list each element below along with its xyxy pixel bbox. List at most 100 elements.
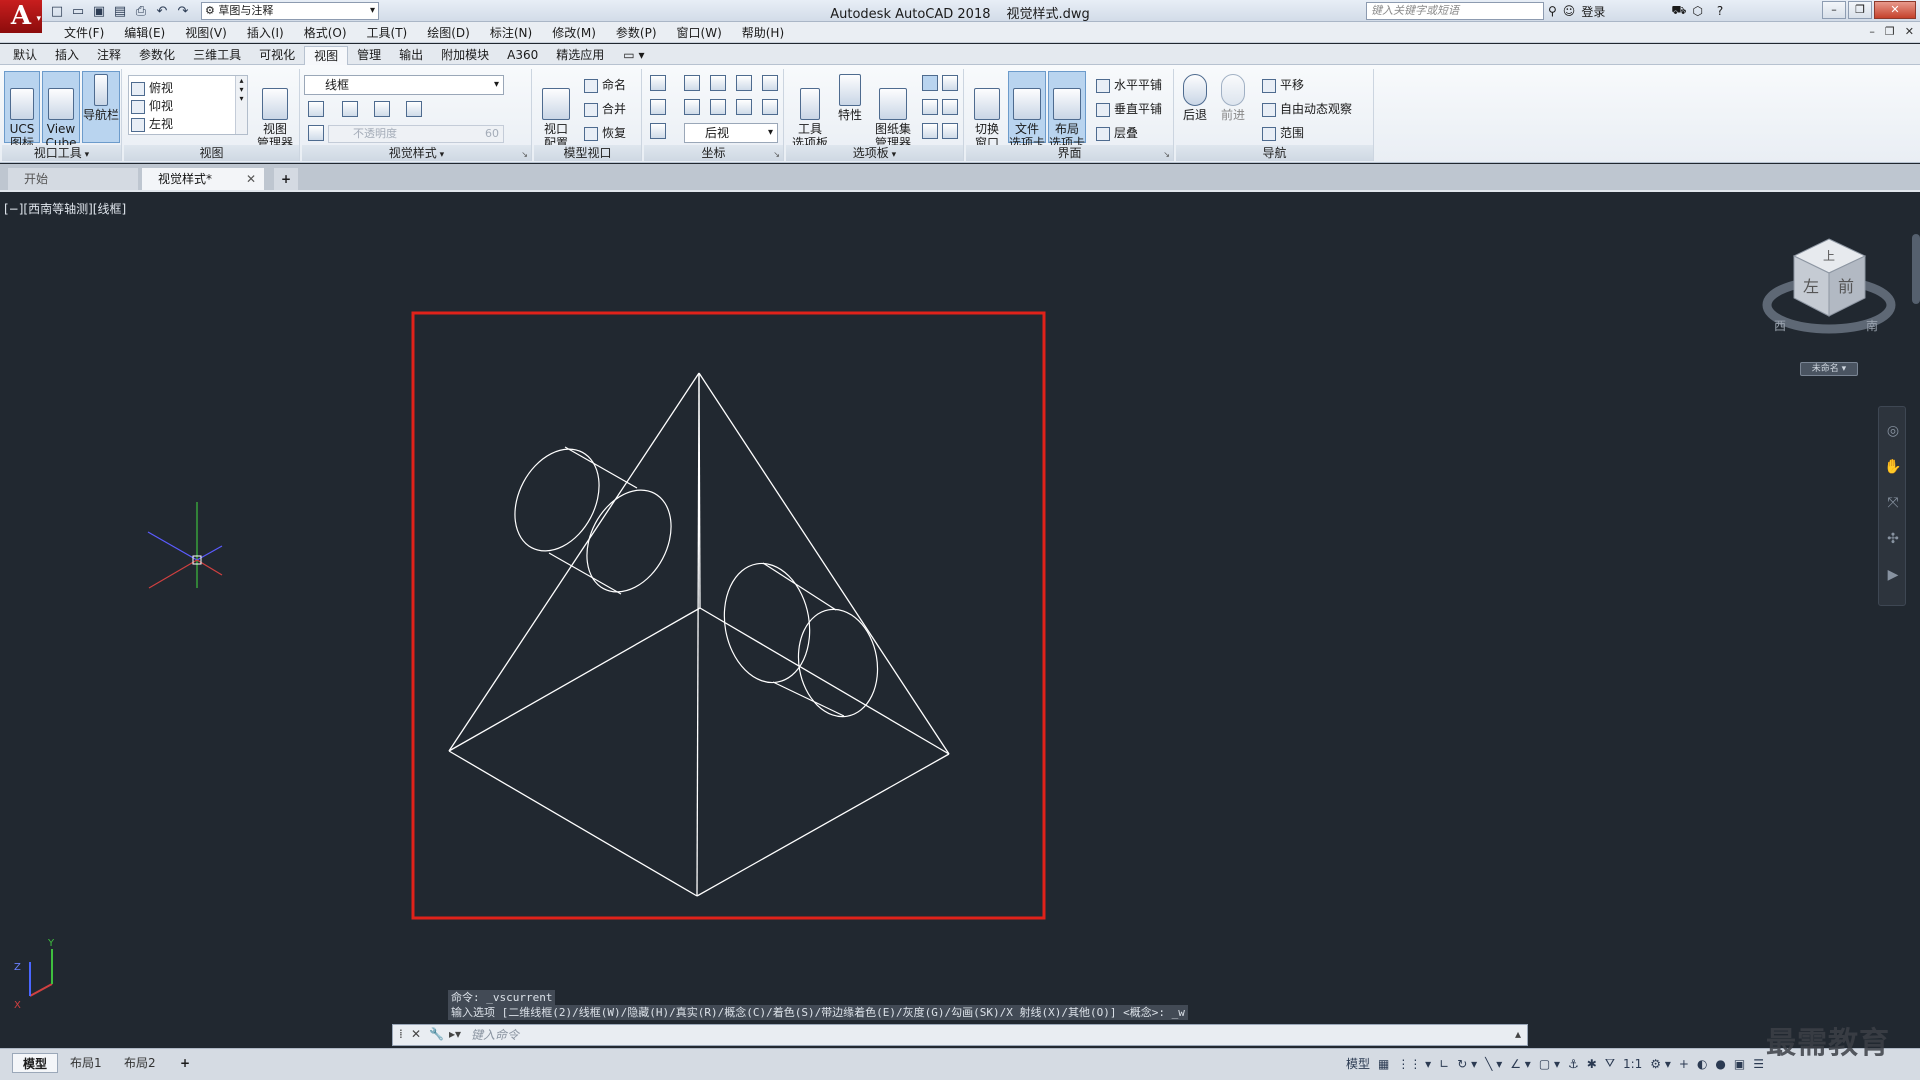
orbit-icon[interactable]: ✣: [1883, 529, 1903, 549]
panel-title-palettes[interactable]: 选项板: [786, 145, 963, 161]
file-tab-start[interactable]: 开始: [8, 168, 138, 190]
workspace-select[interactable]: ⚙ 草图与注释: [201, 2, 379, 20]
isodraft-icon[interactable]: ╲ ▾: [1485, 1057, 1502, 1071]
cascade-button[interactable]: 层叠: [1094, 123, 1138, 143]
tab-manage[interactable]: 管理: [348, 46, 390, 65]
redo-icon[interactable]: ↷: [174, 2, 192, 20]
palette-extra-3-icon[interactable]: [922, 99, 938, 115]
annotation-scale-value[interactable]: 1:1: [1623, 1057, 1642, 1071]
navbar-button[interactable]: 导航栏: [82, 71, 120, 143]
tab-a360[interactable]: A360: [498, 46, 547, 65]
drawing-canvas[interactable]: [−][西南等轴测][线框] Y Z X 上 左 前 西 南 未命名 ▾ ◎ ✋…: [0, 194, 1920, 1048]
ortho-icon[interactable]: ∟: [1439, 1057, 1449, 1071]
shadow-icon[interactable]: [342, 101, 358, 117]
panel-title-visual-styles[interactable]: 视觉样式: [302, 145, 531, 161]
command-recent-icon[interactable]: ▸▾: [449, 1027, 461, 1041]
ucs-named-icon[interactable]: [650, 123, 666, 139]
palette-extra-1-icon[interactable]: [922, 75, 938, 91]
ucs-view-icon[interactable]: [762, 75, 778, 91]
layout-tabs-toggle[interactable]: 布局 选项卡: [1048, 71, 1086, 150]
menu-file[interactable]: 文件(F): [54, 25, 114, 41]
ucs-view-select[interactable]: 后视: [684, 123, 778, 143]
canvas-scrollbar[interactable]: [1912, 234, 1920, 304]
user-icon[interactable]: ☺: [1563, 4, 1576, 18]
tile-vertical-button[interactable]: 垂直平铺: [1094, 99, 1162, 119]
close-tab-icon[interactable]: ✕: [246, 168, 256, 190]
command-customize-icon[interactable]: 🔧: [429, 1027, 444, 1041]
tile-horizontal-button[interactable]: 水平平铺: [1094, 75, 1162, 95]
snap-icon[interactable]: ⋮⋮ ▾: [1397, 1057, 1431, 1071]
menu-window[interactable]: 窗口(W): [667, 25, 732, 41]
ucs-3point-icon[interactable]: [684, 99, 700, 115]
viewport-name-button[interactable]: 命名: [582, 75, 626, 95]
doc-minimize-icon[interactable]: –: [1869, 25, 1875, 38]
panel-title-viewport-tools[interactable]: 视口工具: [2, 145, 121, 161]
tab-3d-tools[interactable]: 三维工具: [184, 46, 250, 65]
forward-button[interactable]: 前进: [1216, 71, 1250, 143]
model-space-button[interactable]: 模型: [1346, 1055, 1370, 1072]
steering-wheel-icon[interactable]: ◎: [1883, 421, 1903, 441]
tab-addins[interactable]: 附加模块: [432, 46, 498, 65]
ucs-origin-icon[interactable]: [650, 99, 666, 115]
menu-format[interactable]: 格式(O): [294, 25, 357, 41]
minimize-button[interactable]: –: [1822, 1, 1846, 19]
file-tabs-toggle[interactable]: 文件 选项卡: [1008, 71, 1046, 150]
menu-draw[interactable]: 绘图(D): [417, 25, 480, 41]
ucs-zaxis-icon[interactable]: [710, 99, 726, 115]
menu-parametric[interactable]: 参数(P): [606, 25, 667, 41]
interface-launcher-icon[interactable]: ↘: [1163, 150, 1170, 159]
palette-extra-2-icon[interactable]: [942, 75, 958, 91]
exchange-icon[interactable]: ⬡: [1692, 4, 1702, 18]
extents-button[interactable]: 范围: [1260, 123, 1304, 143]
tab-visualize[interactable]: 可视化: [250, 46, 304, 65]
plus-icon[interactable]: +: [1679, 1057, 1689, 1071]
ucs-y-icon[interactable]: [710, 75, 726, 91]
object-snap-icon[interactable]: ∠ ▾: [1510, 1057, 1531, 1071]
layout-tab-1[interactable]: 布局1: [60, 1053, 112, 1073]
tab-parametric[interactable]: 参数化: [130, 46, 184, 65]
menu-edit[interactable]: 编辑(E): [114, 25, 175, 41]
ucs-world-icon[interactable]: [650, 75, 666, 91]
layout-tab-model[interactable]: 模型: [12, 1053, 59, 1073]
command-close-icon[interactable]: ✕: [411, 1027, 421, 1041]
command-input[interactable]: 键入命令: [471, 1027, 1491, 1043]
login-link[interactable]: 登录: [1581, 3, 1605, 20]
opacity-slider[interactable]: 不透明度 60: [328, 125, 504, 143]
coordinates-launcher-icon[interactable]: ↘: [773, 150, 780, 159]
visual-styles-launcher-icon[interactable]: ↘: [521, 150, 528, 159]
close-button[interactable]: ✕: [1874, 1, 1916, 19]
tab-default[interactable]: 默认: [4, 46, 46, 65]
save-as-icon[interactable]: ▤: [111, 2, 129, 20]
viewport-join-button[interactable]: 合并: [582, 99, 626, 119]
save-icon[interactable]: ▣: [90, 2, 108, 20]
view-left[interactable]: 左视: [129, 114, 173, 134]
color-icon[interactable]: [406, 101, 422, 117]
isolate-icon[interactable]: ◐: [1697, 1057, 1707, 1071]
pan-button[interactable]: 平移: [1260, 75, 1304, 95]
customize-icon[interactable]: ☰: [1753, 1057, 1764, 1071]
viewport-restore-button[interactable]: 恢复: [582, 123, 626, 143]
new-file-icon[interactable]: □: [48, 2, 66, 20]
tab-featured-apps[interactable]: 精选应用: [547, 46, 613, 65]
application-menu-button[interactable]: A: [0, 0, 42, 35]
tab-output[interactable]: 输出: [390, 46, 432, 65]
ucs-icon-button[interactable]: UCS 图标: [4, 71, 40, 150]
view-list-scrollbar[interactable]: ▴ ▾ ▾: [235, 76, 247, 134]
help-icon[interactable]: ?: [1717, 4, 1723, 18]
pan-hand-icon[interactable]: ✋: [1883, 457, 1903, 477]
new-tab-button[interactable]: +: [274, 168, 298, 190]
ucs-face-icon[interactable]: [762, 99, 778, 115]
menu-view[interactable]: 视图(V): [175, 25, 237, 41]
ribbon-minimize-icon[interactable]: ▭ ▾: [617, 46, 650, 65]
undo-icon[interactable]: ↶: [153, 2, 171, 20]
showmotion-icon[interactable]: ▶: [1883, 565, 1903, 585]
polar-icon[interactable]: ↻ ▾: [1457, 1057, 1477, 1071]
palette-extra-4-icon[interactable]: [942, 99, 958, 115]
view-top[interactable]: 俯视: [129, 78, 173, 98]
tab-insert[interactable]: 插入: [46, 46, 88, 65]
print-icon[interactable]: ⎙: [132, 2, 150, 20]
grid-icon[interactable]: ▦: [1378, 1057, 1389, 1071]
annotation-scale-icon[interactable]: ⛛: [1605, 1056, 1615, 1071]
lighting-icon[interactable]: [374, 101, 390, 117]
layout-tab-2[interactable]: 布局2: [114, 1053, 166, 1073]
